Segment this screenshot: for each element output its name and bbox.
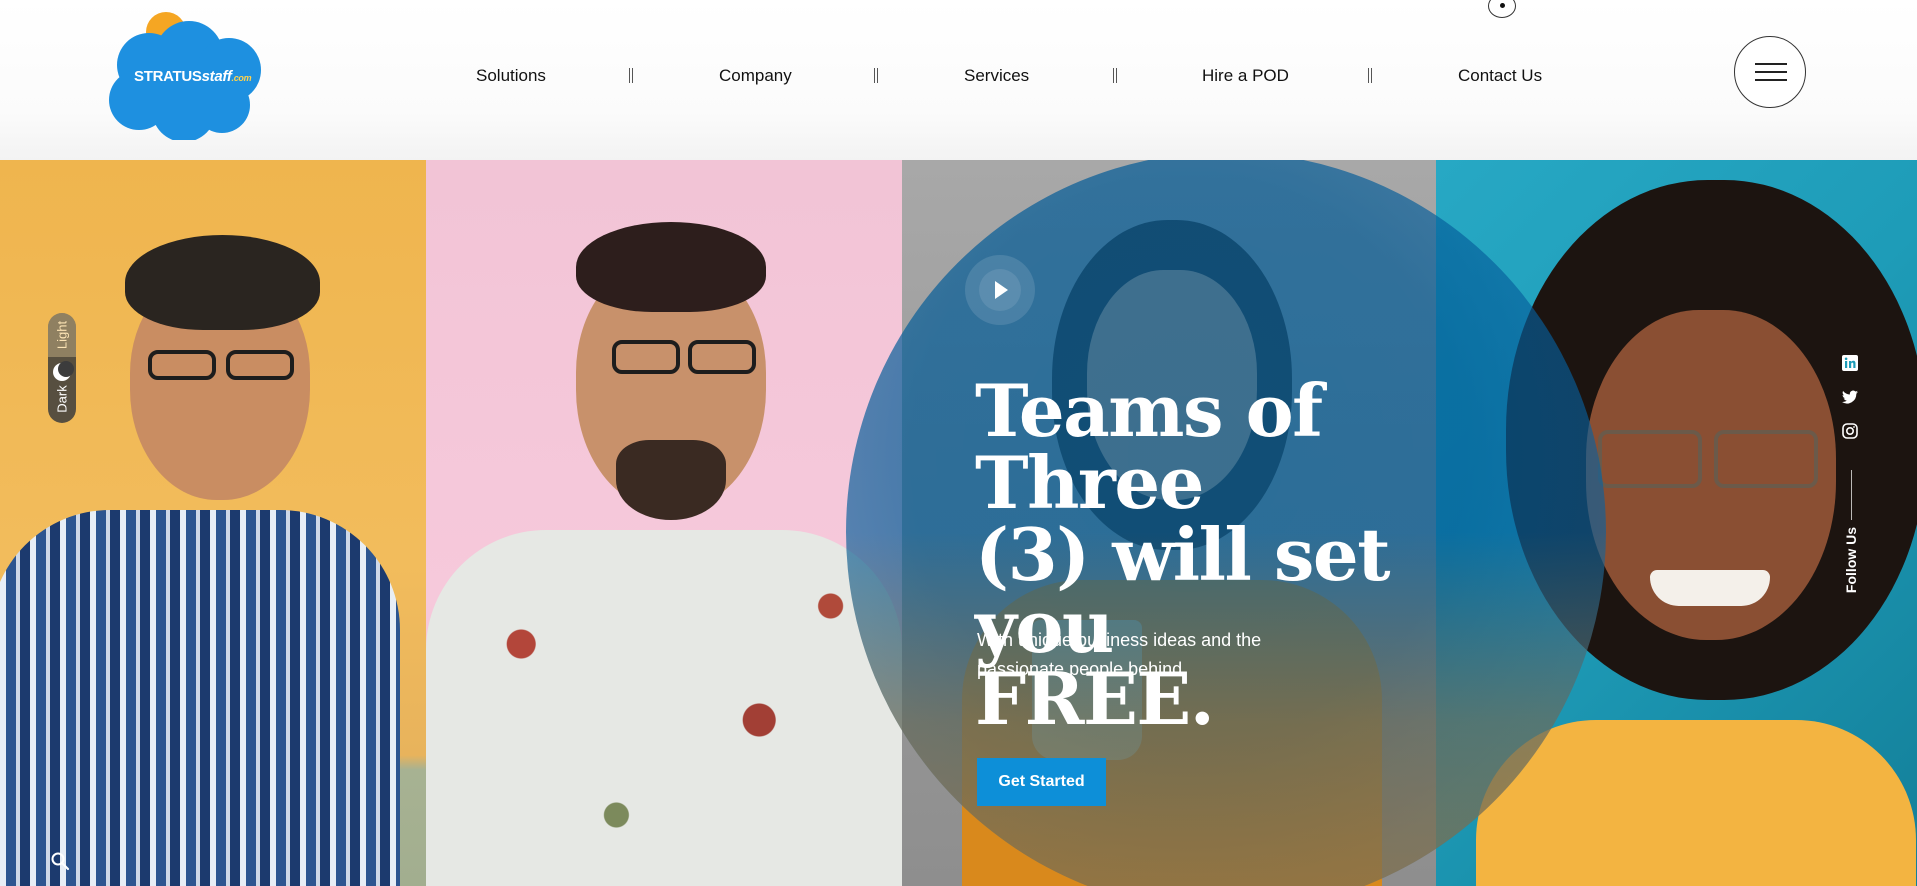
glasses (1714, 430, 1818, 488)
glasses (1598, 430, 1702, 488)
nav-separator (629, 68, 633, 83)
plaid-shirt (0, 510, 400, 886)
theme-toggle[interactable]: Light Dark (48, 313, 76, 423)
hamburger-menu-button[interactable] (1734, 36, 1806, 108)
nav-separator (874, 68, 878, 83)
nav-item-company[interactable]: Company (719, 66, 792, 86)
nav-item-hire-a-pod[interactable]: Hire a POD (1202, 66, 1289, 86)
nav-separator (1113, 68, 1117, 83)
hero-photo-man-plaid (0, 160, 426, 886)
yellow-top (1476, 720, 1916, 886)
floral-shirt (426, 530, 902, 886)
instagram-icon[interactable] (1842, 423, 1858, 439)
follow-us-label: Follow Us (1843, 526, 1859, 594)
hero-photo-man-floral (426, 160, 902, 886)
moon-icon (53, 361, 74, 381)
hair (576, 222, 766, 312)
subline-line-1: With unique business ideas and the (977, 630, 1262, 650)
glasses (688, 340, 756, 374)
subline-line-2: passionate people behind. (977, 659, 1188, 679)
menu-line (1755, 79, 1787, 81)
glasses (226, 350, 294, 380)
nav-item-contact-us[interactable]: Contact Us (1458, 66, 1542, 86)
hero-section (0, 160, 1917, 886)
menu-line (1755, 71, 1787, 73)
hero-subheadline: With unique business ideas and the passi… (977, 626, 1307, 684)
cursor-dot-icon (1488, 0, 1516, 18)
get-started-button[interactable]: Get Started (977, 758, 1106, 806)
linkedin-icon[interactable] (1842, 355, 1858, 371)
headline-line-1: Teams of Three (975, 368, 1323, 525)
twitter-icon[interactable] (1842, 389, 1858, 405)
menu-line (1755, 63, 1787, 65)
smile (1650, 570, 1770, 606)
light-mode-label: Light (54, 320, 70, 350)
hair (125, 235, 320, 330)
glasses (612, 340, 680, 374)
follow-divider (1851, 470, 1852, 520)
main-navigation: Solutions Company Services Hire a POD Co… (0, 60, 1917, 90)
social-links (1842, 355, 1862, 457)
play-video-button[interactable] (965, 255, 1035, 325)
nav-item-solutions[interactable]: Solutions (476, 66, 546, 86)
nav-separator (1368, 68, 1372, 83)
nav-item-services[interactable]: Services (964, 66, 1029, 86)
glasses (148, 350, 216, 380)
dark-mode-label: Dark (54, 385, 70, 413)
play-icon (995, 281, 1008, 299)
beard (616, 440, 726, 520)
search-icon[interactable] (50, 851, 70, 871)
site-header: STRATUSstaff.com Solutions Company Servi… (0, 0, 1917, 160)
